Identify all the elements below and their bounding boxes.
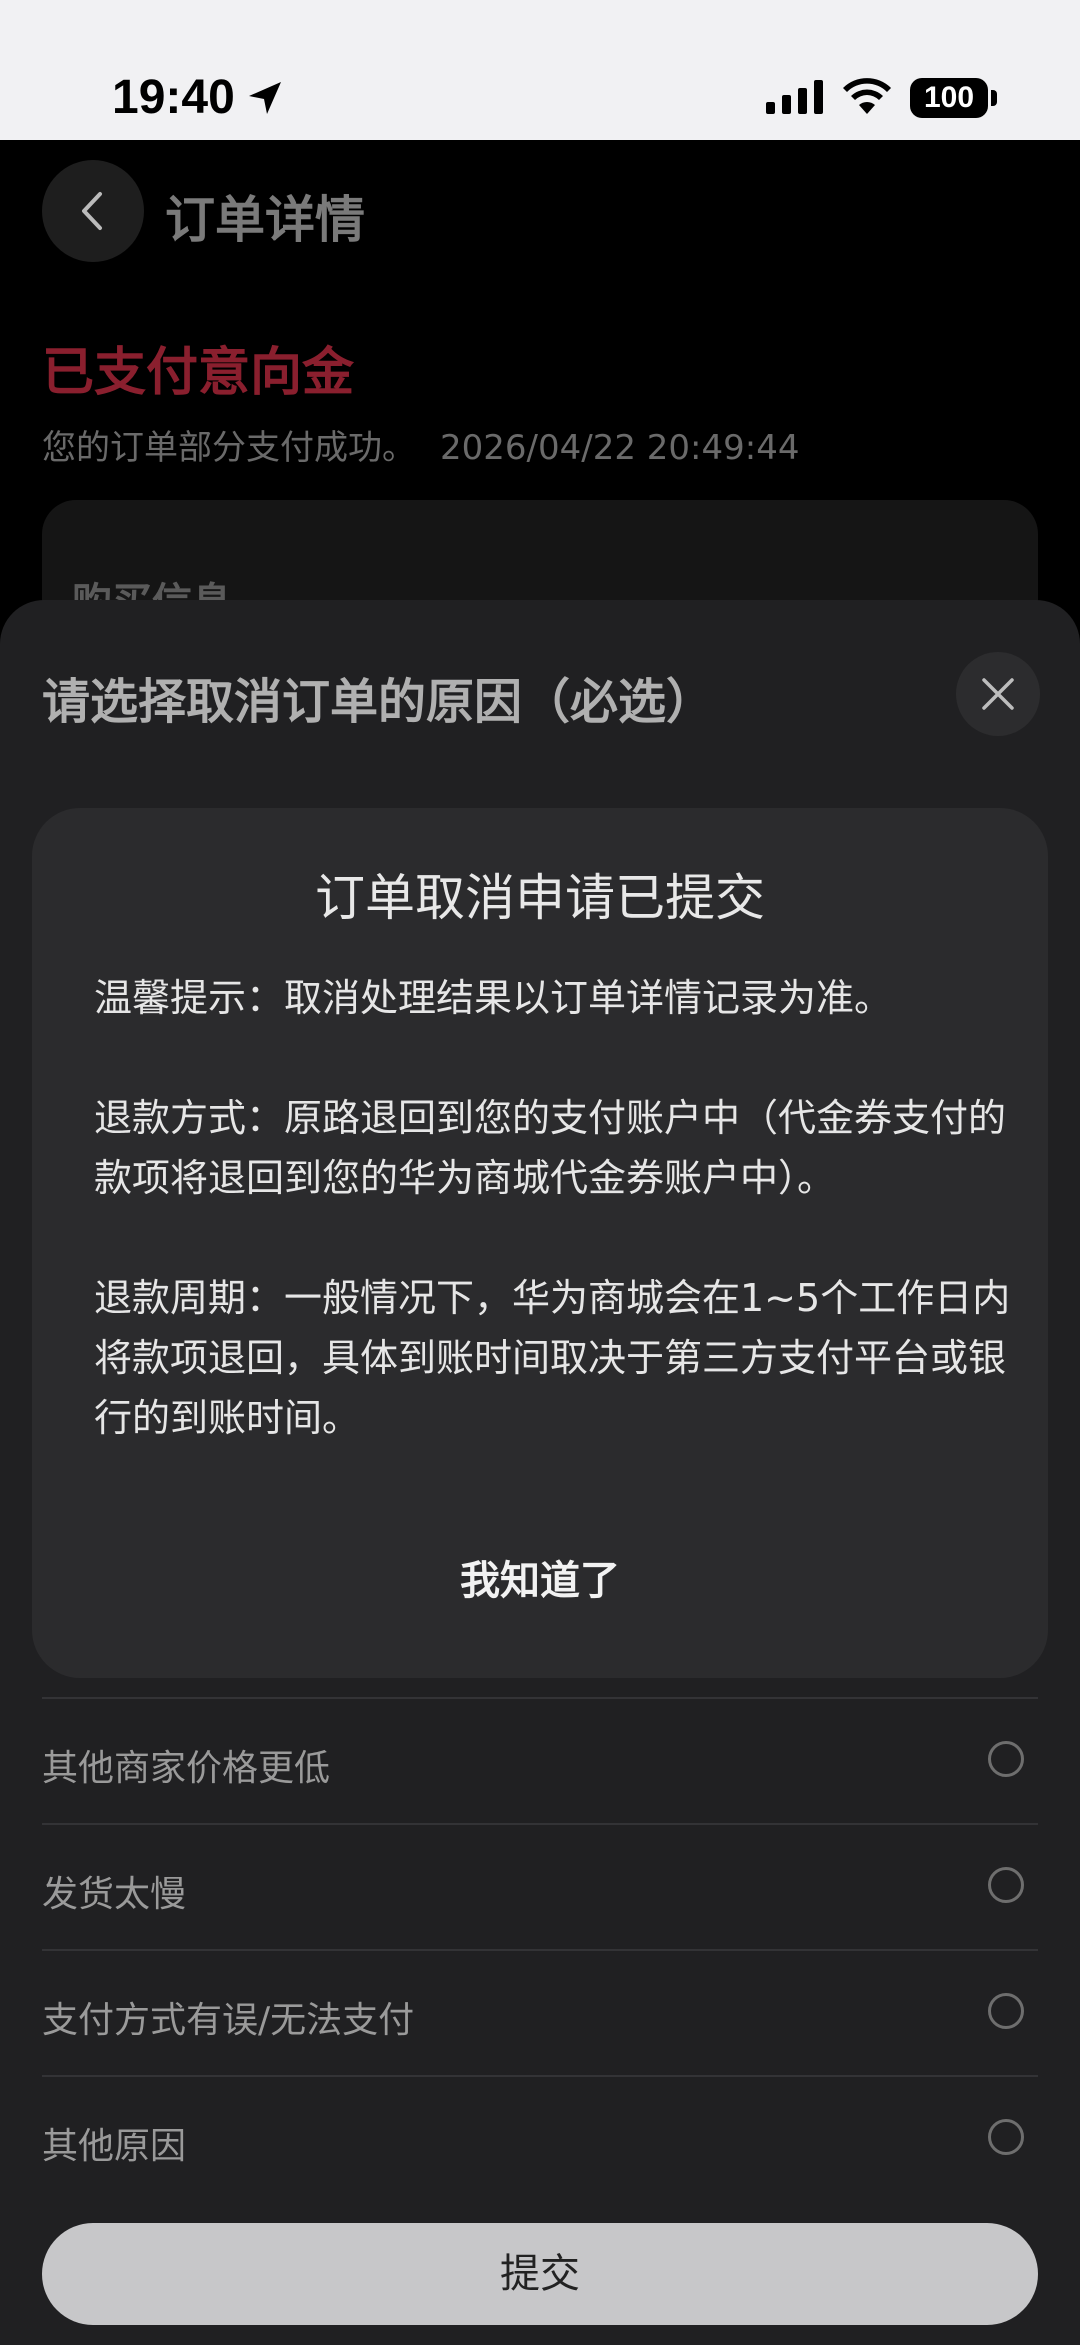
status-time: 19:40: [112, 71, 235, 124]
order-description: 您的订单部分支付成功。 2026/04/22 20:49:44: [42, 420, 799, 469]
back-button[interactable]: [42, 160, 144, 262]
reason-label: 发货太慢: [42, 1874, 187, 1915]
radio-button[interactable]: [988, 1741, 1024, 1777]
location-arrow-icon: [249, 82, 281, 114]
reason-item[interactable]: 支付方式有误/无法支付: [42, 1951, 1038, 2075]
reason-label: 支付方式有误/无法支付: [42, 2000, 415, 2041]
reason-label: 其他商家价格更低: [42, 1748, 331, 1789]
battery-tip: [991, 90, 997, 106]
page-title: 订单详情: [165, 191, 365, 249]
radio-button[interactable]: [988, 1993, 1024, 2029]
page-header: 订单详情: [0, 140, 1080, 280]
close-icon: [982, 678, 1014, 710]
radio-button[interactable]: [988, 2119, 1024, 2155]
order-status: 已支付意向金: [42, 343, 355, 403]
confirm-button[interactable]: 我知道了: [32, 1548, 1048, 1606]
dialog-refund-method: 退款方式：原路退回到您的支付账户中（代金券支付的款项将退回到您的华为商城代金券账…: [94, 1096, 1007, 1200]
battery-icon: 100: [910, 78, 988, 118]
order-message: 您的订单部分支付成功。: [42, 428, 416, 468]
reason-item[interactable]: 其他商家价格更低: [42, 1699, 1038, 1823]
dialog-refund-period: 退款周期：一般情况下，华为商城会在1~5个工作日内将款项退回，具体到账时间取决于…: [94, 1276, 1011, 1440]
close-button[interactable]: [956, 652, 1040, 736]
sheet-title: 请选择取消订单的原因（必选）: [42, 674, 715, 730]
status-bar: 19:40 100: [0, 0, 1080, 140]
reason-label: 其他原因: [42, 2126, 187, 2167]
reason-item[interactable]: 发货太慢: [42, 1825, 1038, 1949]
dialog-title: 订单取消申请已提交: [315, 869, 765, 927]
reason-item[interactable]: 其他原因: [42, 2077, 1038, 2201]
cancel-submitted-dialog: 订单取消申请已提交 温馨提示：取消处理结果以订单详情记录为准。 退款方式：原路退…: [32, 808, 1048, 1678]
order-time: 2026/04/22 20:49:44: [440, 428, 800, 468]
dialog-body: 温馨提示：取消处理结果以订单详情记录为准。 退款方式：原路退回到您的支付账户中（…: [94, 968, 1014, 1448]
chevron-left-icon: [82, 192, 102, 230]
dialog-tip: 温馨提示：取消处理结果以订单详情记录为准。: [94, 976, 893, 1020]
cellular-signal-icon: [766, 80, 823, 114]
wifi-icon: [843, 78, 891, 114]
radio-button[interactable]: [988, 1867, 1024, 1903]
submit-button[interactable]: 提交: [42, 2223, 1038, 2325]
